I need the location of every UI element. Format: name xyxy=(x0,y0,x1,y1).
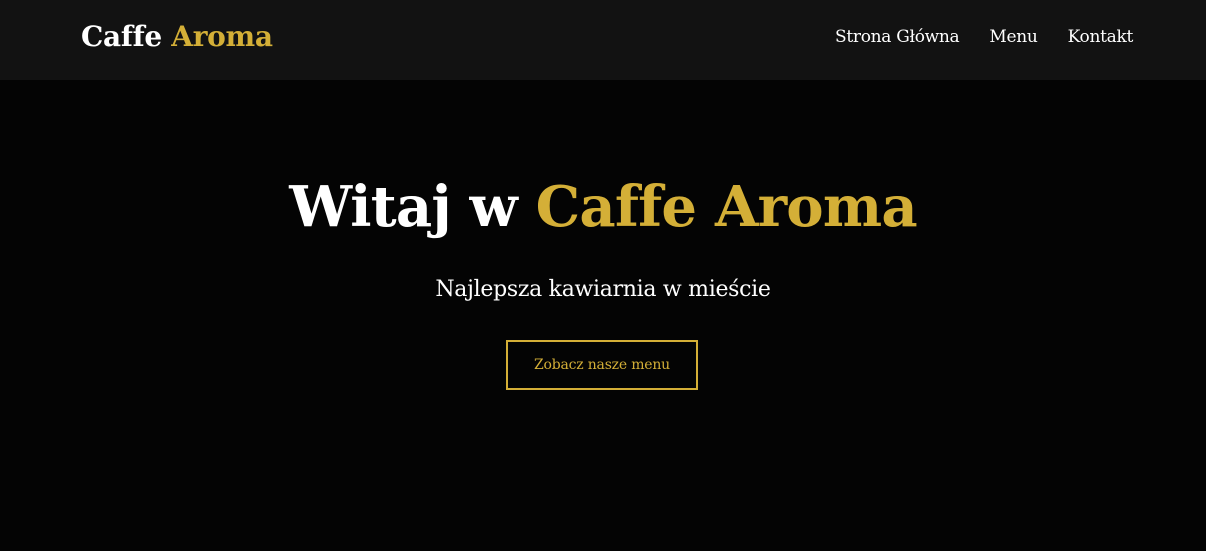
nav-link-menu[interactable]: Menu xyxy=(989,26,1037,48)
logo-text-accent: Aroma xyxy=(171,20,273,53)
view-menu-button[interactable]: Zobacz nasze menu xyxy=(506,340,698,390)
hero-subtitle: Najlepsza kawiarnia w mieście xyxy=(435,277,771,302)
hero-title: Witaj w Caffe Aroma xyxy=(0,174,1206,240)
site-header: Caffe Aroma Strona Główna Menu Kontakt xyxy=(0,0,1206,80)
logo[interactable]: Caffe Aroma xyxy=(81,20,273,54)
logo-text-primary: Caffe xyxy=(81,20,162,53)
main-nav: Strona Główna Menu Kontakt xyxy=(835,26,1133,48)
hero-title-accent: Caffe Aroma xyxy=(535,174,918,240)
nav-link-home[interactable]: Strona Główna xyxy=(835,26,960,48)
nav-link-contact[interactable]: Kontakt xyxy=(1068,26,1134,48)
hero-title-primary: Witaj w xyxy=(289,174,518,240)
hero-section: Witaj w Caffe Aroma Najlepsza kawiarnia … xyxy=(0,80,1206,551)
